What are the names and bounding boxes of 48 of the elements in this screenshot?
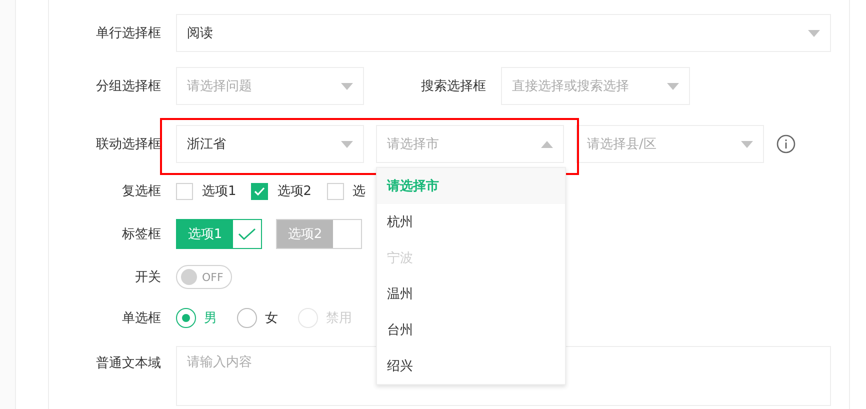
caret-icon	[808, 30, 820, 37]
select-field[interactable]: 浙江省	[176, 125, 364, 163]
select-placeholder: 请选择县/区	[587, 136, 656, 153]
tag-checkbox[interactable]: 选项2	[276, 219, 362, 249]
dropdown-option[interactable]: 请选择市	[377, 168, 565, 204]
toggle-switch[interactable]: OFF	[176, 265, 232, 289]
field-label: 分组选择框	[95, 78, 161, 95]
field-label: 联动选择框	[95, 136, 161, 153]
select-value: 阅读	[187, 25, 213, 42]
caret-icon	[341, 141, 353, 148]
checkbox[interactable]	[326, 182, 344, 200]
caret-icon	[667, 83, 679, 90]
checkbox-label: 选	[352, 183, 366, 200]
select-field[interactable]: 请选择问题	[176, 67, 364, 105]
radio-button[interactable]	[237, 308, 257, 328]
dropdown-option[interactable]: 绍兴	[377, 348, 565, 384]
dropdown-option[interactable]: 温州	[377, 276, 565, 312]
field-label: 标签框	[121, 226, 161, 243]
select-field[interactable]: 请选择县/区	[576, 125, 764, 163]
info-icon[interactable]	[776, 134, 796, 154]
radio-label: 女	[265, 310, 278, 327]
select-field[interactable]: 阅读	[176, 14, 831, 52]
radio-label: 男	[204, 310, 217, 327]
field-label: 搜索选择框	[420, 78, 486, 95]
field-label: 单选框	[121, 310, 161, 327]
field-label: 单行选择框	[95, 25, 161, 42]
tag-checkbox[interactable]: 选项1	[176, 219, 262, 249]
checkbox-label: 选项1	[202, 183, 236, 200]
text-area-placeholder: 请输入内容	[187, 355, 252, 370]
dropdown-option[interactable]: 杭州	[377, 204, 565, 240]
field-label: 普通文本域	[95, 354, 161, 372]
field-label: 复选框	[121, 183, 161, 200]
caret-icon	[541, 141, 553, 148]
select-value: 浙江省	[187, 136, 226, 153]
checkbox-label: 选项2	[277, 183, 312, 200]
caret-icon	[341, 83, 353, 90]
radio-button[interactable]	[176, 308, 196, 328]
check-icon	[238, 228, 256, 240]
caret-icon	[741, 141, 753, 148]
select-field[interactable]: 直接选择或搜索选择	[501, 67, 690, 105]
check-icon	[254, 186, 266, 196]
field-label: 开关	[134, 269, 161, 286]
checkbox[interactable]	[176, 182, 193, 200]
checkbox[interactable]	[251, 182, 268, 200]
select-placeholder: 请选择市	[387, 136, 439, 153]
dropdown-option[interactable]: 台州	[377, 312, 565, 348]
select-placeholder: 直接选择或搜索选择	[512, 78, 629, 95]
select-placeholder: 请选择问题	[187, 78, 252, 95]
